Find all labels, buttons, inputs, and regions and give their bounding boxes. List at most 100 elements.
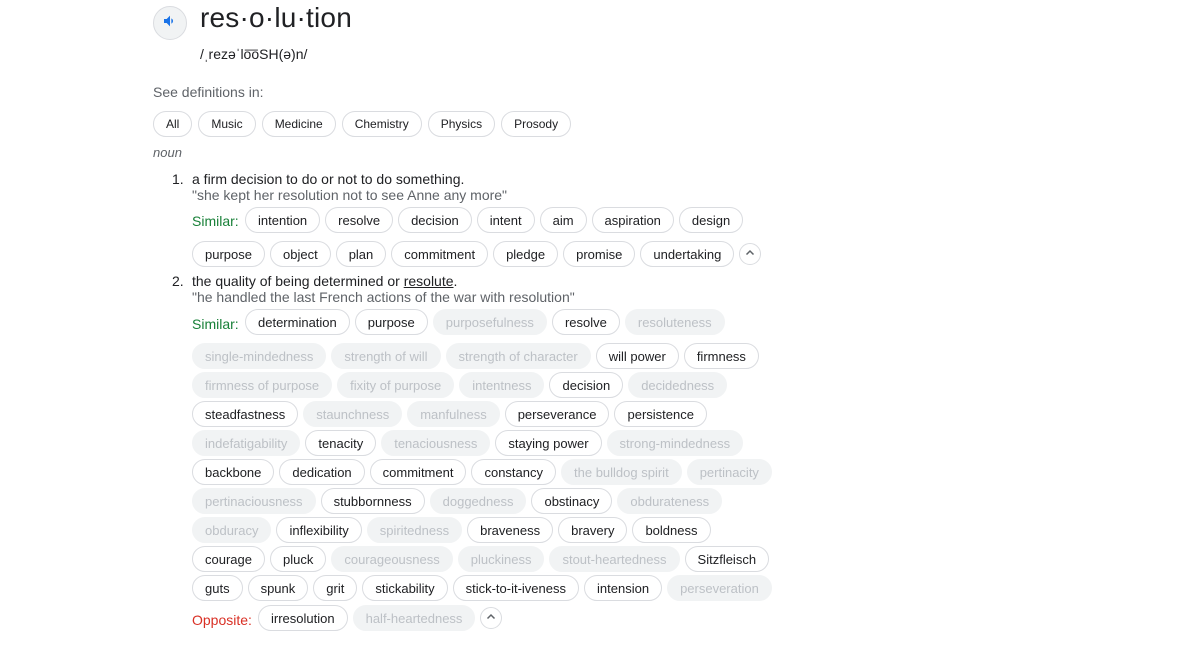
speaker-icon <box>162 13 178 34</box>
example: "she kept her resolution not to see Anne… <box>192 187 508 203</box>
synonym-chip[interactable]: resolve <box>325 207 394 233</box>
similar-row: indefatigability tenacity tenaciousness sta… <box>192 430 744 456</box>
synonym-chip[interactable]: half-heartedness <box>352 605 476 631</box>
synonym-chip[interactable]: tenaciousness <box>381 430 491 456</box>
synonym-chip[interactable]: braveness <box>467 517 554 543</box>
synonym-chip[interactable]: purposefulness <box>432 309 547 335</box>
synonym-chip[interactable]: steadfastness <box>192 401 299 427</box>
definition-text: the quality of being determined or <box>192 273 404 289</box>
category-chip[interactable]: Physics <box>427 111 496 137</box>
synonym-chip[interactable]: decidedness <box>628 372 728 398</box>
synonym-chip[interactable]: spunk <box>247 575 309 601</box>
synonym-chip[interactable]: obstinacy <box>531 488 613 514</box>
synonym-chip[interactable]: single-mindedness <box>192 343 327 369</box>
headword: res·o·lu·tion <box>200 2 352 33</box>
synonym-chip[interactable]: constancy <box>471 459 557 485</box>
part-of-speech: noun <box>153 145 182 160</box>
synonym-chip[interactable]: persistence <box>614 401 707 427</box>
synonym-chip[interactable]: courageousness <box>331 546 453 572</box>
synonym-chip[interactable]: manfulness <box>407 401 500 427</box>
synonym-chip[interactable]: aspiration <box>591 207 674 233</box>
synonym-chip[interactable]: perseveration <box>667 575 772 601</box>
synonym-chip[interactable]: intention <box>245 207 321 233</box>
synonym-chip[interactable]: irresolution <box>258 605 348 631</box>
synonym-chip[interactable]: strength of character <box>445 343 591 369</box>
synonym-chip[interactable]: grit <box>313 575 358 601</box>
synonym-chip[interactable]: stubbornness <box>320 488 425 514</box>
synonym-chip[interactable]: promise <box>563 241 636 267</box>
synonym-chip[interactable]: strength of will <box>331 343 441 369</box>
similar-row: courage pluck courageousness pluckiness stou… <box>192 546 770 572</box>
similar-row: backbone dedication commitment constancy the… <box>192 459 772 485</box>
pronunciation-button[interactable] <box>153 6 187 40</box>
synonym-chip[interactable]: purpose <box>354 309 428 335</box>
synonym-chip[interactable]: commitment <box>369 459 467 485</box>
similar-row: purpose object plan commitment pledge promise… <box>192 241 762 267</box>
category-chip[interactable]: Music <box>198 111 256 137</box>
synonym-chip[interactable]: plan <box>335 241 387 267</box>
synonym-chip[interactable]: pertinacity <box>686 459 772 485</box>
synonym-chip[interactable]: will power <box>595 343 679 369</box>
synonym-chip[interactable]: firmness <box>683 343 759 369</box>
synonym-chip[interactable]: the bulldog spirit <box>561 459 682 485</box>
category-chip[interactable]: Medicine <box>261 111 336 137</box>
similar-row: intention resolve decision intent aim aspirat… <box>245 207 744 233</box>
synonym-chip[interactable]: inflexibility <box>276 517 362 543</box>
synonym-chip[interactable]: design <box>678 207 744 233</box>
synonym-chip[interactable]: resolve <box>551 309 620 335</box>
synonym-chip[interactable]: pertinaciousness <box>192 488 316 514</box>
synonym-chip[interactable]: obdurateness <box>617 488 723 514</box>
resolute-link[interactable]: resolute <box>404 273 454 289</box>
phonetic: /ˌrezəˈlo͞oSH(ə)n/ <box>200 46 308 62</box>
similar-row: guts spunk grit stickability stick-to-it-ive… <box>192 575 772 601</box>
category-chip[interactable]: Prosody <box>501 111 572 137</box>
synonym-chip[interactable]: decision <box>398 207 472 233</box>
collapse-button[interactable] <box>480 607 503 629</box>
synonym-chip[interactable]: bravery <box>558 517 628 543</box>
category-chips: All Music Medicine Chemistry Physics Pro… <box>153 111 572 137</box>
synonym-chip[interactable]: Sitzfleisch <box>684 546 770 572</box>
synonym-chip[interactable]: perseverance <box>504 401 610 427</box>
similar-row: firmness of purpose fixity of purpose inte… <box>192 372 728 398</box>
synonym-chip[interactable]: commitment <box>391 241 489 267</box>
synonym-chip[interactable]: spiritedness <box>366 517 463 543</box>
synonym-chip[interactable]: purpose <box>192 241 265 267</box>
synonym-chip[interactable]: tenacity <box>305 430 377 456</box>
synonym-chip[interactable]: undertaking <box>640 241 735 267</box>
synonym-chip[interactable]: pluck <box>269 546 327 572</box>
see-definitions-label: See definitions in: <box>153 84 264 100</box>
synonym-chip[interactable]: firmness of purpose <box>192 372 333 398</box>
synonym-chip[interactable]: resoluteness <box>624 309 725 335</box>
synonym-chip[interactable]: courage <box>192 546 265 572</box>
synonym-chip[interactable]: boldness <box>632 517 711 543</box>
similar-row: determination purpose purposefulness resolv… <box>245 309 725 335</box>
synonym-chip[interactable]: doggedness <box>429 488 527 514</box>
synonym-chip[interactable]: stick-to-it-iveness <box>452 575 580 601</box>
synonym-chip[interactable]: staying power <box>495 430 602 456</box>
synonym-chip[interactable]: fixity of purpose <box>337 372 455 398</box>
category-chip[interactable]: Chemistry <box>341 111 422 137</box>
example: "he handled the last French actions of t… <box>192 289 575 305</box>
synonym-chip[interactable]: decision <box>549 372 624 398</box>
synonym-chip[interactable]: pledge <box>493 241 559 267</box>
synonym-chip[interactable]: stout-heartedness <box>549 546 680 572</box>
synonym-chip[interactable]: pluckiness <box>457 546 545 572</box>
synonym-chip[interactable]: staunchness <box>303 401 403 427</box>
synonym-chip[interactable]: stickability <box>362 575 448 601</box>
similar-label: Similar: <box>192 316 239 332</box>
synonym-chip[interactable]: obduracy <box>192 517 272 543</box>
collapse-button[interactable] <box>739 243 762 265</box>
synonym-chip[interactable]: guts <box>192 575 243 601</box>
category-chip[interactable]: All <box>153 111 193 137</box>
synonym-chip[interactable]: backbone <box>192 459 275 485</box>
synonym-chip[interactable]: strong-mindedness <box>606 430 744 456</box>
synonym-chip[interactable]: object <box>269 241 331 267</box>
synonym-chip[interactable]: intentness <box>459 372 545 398</box>
synonym-chip[interactable]: aim <box>539 207 587 233</box>
similar-label: Similar: <box>192 213 239 229</box>
synonym-chip[interactable]: indefatigability <box>192 430 301 456</box>
synonym-chip[interactable]: intension <box>584 575 663 601</box>
synonym-chip[interactable]: intent <box>476 207 535 233</box>
synonym-chip[interactable]: dedication <box>279 459 365 485</box>
synonym-chip[interactable]: determination <box>245 309 350 335</box>
